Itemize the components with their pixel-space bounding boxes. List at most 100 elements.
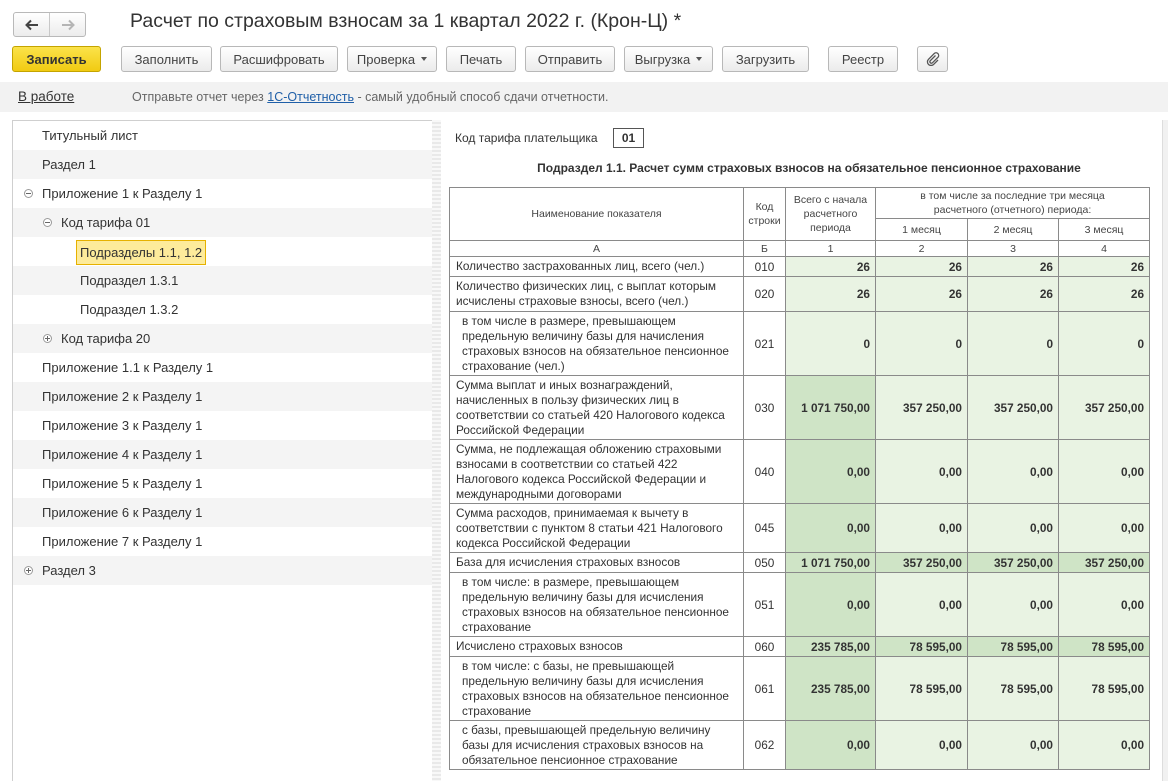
value-total[interactable]: 0,00: [785, 720, 876, 770]
value-month-1[interactable]: 357 250,00: [875, 552, 968, 573]
value-month-1[interactable]: 26: [875, 276, 968, 312]
header-total: Всего с начала расчетного периода: [785, 187, 876, 241]
tree-item-label: Код тарифа 20: [61, 331, 151, 346]
tree-item-subsection-1-3-2[interactable]: Подраздел 1.3.2: [13, 295, 432, 324]
value-month-1[interactable]: 357 250,00: [875, 375, 968, 440]
value-month-3[interactable]: 26: [1057, 276, 1151, 312]
fill-button[interactable]: Заполнить: [121, 46, 212, 72]
row-name: Сумма расходов, принимаемая к вычету в с…: [449, 503, 744, 553]
panel-splitter[interactable]: [432, 120, 441, 781]
row-code: 061: [743, 656, 786, 721]
value-total[interactable]: 0: [785, 311, 876, 376]
header-last-three-months-line2: расчетного (отчетного) периода:: [933, 204, 1092, 216]
report-subtitle: Подраздел 1.1. Расчет сумм страховых взн…: [537, 161, 1081, 175]
tree-item-appendix-3[interactable]: Приложение 3 к Разделу 1: [13, 411, 432, 440]
value-month-2[interactable]: 78 595,00: [967, 656, 1059, 721]
value-month-3[interactable]: 0,00: [1057, 720, 1151, 770]
tree-item-appendix-6[interactable]: Приложение 6 к Разделу 1: [13, 498, 432, 527]
value-total[interactable]: 0,00: [785, 439, 876, 504]
check-button-label: Проверка: [356, 51, 416, 67]
decode-button[interactable]: Расшифровать: [220, 46, 338, 72]
tree-item-appendix-4[interactable]: Приложение 4 к Разделу 1: [13, 440, 432, 469]
registry-button[interactable]: Реестр: [828, 46, 898, 72]
tree-item-section-1[interactable]: Раздел 1: [13, 150, 432, 179]
value-month-3[interactable]: 357 250,00: [1057, 552, 1151, 573]
tariff-code-field[interactable]: 01: [613, 128, 644, 148]
tree-item-tariff-01[interactable]: Код тарифа 01: [13, 208, 432, 237]
tree-item-appendix-5[interactable]: Приложение 5 к Разделу 1: [13, 469, 432, 498]
tree-item-appendix-2[interactable]: Приложение 2 к Разделу 1: [13, 382, 432, 411]
value-month-2[interactable]: 78 595,00: [967, 636, 1059, 657]
value-month-2[interactable]: 0,00: [967, 503, 1059, 553]
pension-contributions-table: Наименование показателя Код строки Всего…: [449, 187, 1151, 770]
tree-item-appendix-1[interactable]: Приложение 1 к Разделу 1: [13, 179, 432, 208]
header-month-1: 1 месяц: [875, 218, 968, 241]
tree-item-subsections-1-1-1-2[interactable]: Подразделы 1.1, 1.2: [13, 237, 432, 266]
paperclip-icon: [926, 52, 939, 66]
value-total[interactable]: 26: [785, 276, 876, 312]
save-button[interactable]: Записать: [12, 46, 101, 72]
value-month-3[interactable]: 357 250,00: [1057, 375, 1151, 440]
tree-item-appendix-7[interactable]: Приложение 7 к Разделу 1: [13, 527, 432, 556]
tree-item-section-3[interactable]: Раздел 3: [13, 556, 432, 585]
value-month-3[interactable]: 0: [1057, 311, 1151, 376]
export-dropdown-button[interactable]: Выгрузка: [624, 46, 713, 72]
value-month-3[interactable]: 26: [1057, 256, 1151, 277]
attach-button[interactable]: [917, 46, 948, 72]
value-month-3[interactable]: 0,00: [1057, 503, 1151, 553]
value-month-1[interactable]: 0,00: [875, 439, 968, 504]
value-month-1[interactable]: 0,00: [875, 720, 968, 770]
value-month-1[interactable]: 78 595,00: [875, 636, 968, 657]
value-total[interactable]: 235 785,00: [785, 656, 876, 721]
tree-item-title-page[interactable]: Титульный лист: [13, 121, 432, 150]
tree-item-tariff-20[interactable]: Код тарифа 20: [13, 324, 432, 353]
value-month-3[interactable]: 78 595,00: [1057, 636, 1151, 657]
value-total[interactable]: 1 071 750,00: [785, 375, 876, 440]
report-sections-tree: Титульный лист Раздел 1 Приложение 1 к Р…: [12, 120, 432, 781]
tree-item-subsection-1-3-1[interactable]: Подраздел 1.3.1: [13, 266, 432, 295]
table-row: в том числе в размере, превышающем преде…: [449, 311, 1151, 376]
status-state-link[interactable]: В работе: [18, 89, 74, 104]
value-month-1[interactable]: 0,00: [875, 503, 968, 553]
value-month-2[interactable]: 0,00: [967, 720, 1059, 770]
value-total[interactable]: 0,00: [785, 572, 876, 637]
value-month-3[interactable]: 78 595,00: [1057, 656, 1151, 721]
value-month-2[interactable]: 0: [967, 311, 1059, 376]
status-hint-text-before: Отправьте отчет через: [132, 90, 268, 104]
value-month-3[interactable]: 0,00: [1057, 439, 1151, 504]
reporting-service-link[interactable]: 1С-Отчетность: [267, 90, 354, 104]
print-button[interactable]: Печать: [446, 46, 516, 72]
value-month-1[interactable]: 26: [875, 256, 968, 277]
vertical-scrollbar[interactable]: [1162, 120, 1168, 781]
value-month-2[interactable]: 357 250,00: [967, 552, 1059, 573]
value-total[interactable]: 0,00: [785, 503, 876, 553]
tree-item-appendix-1-1[interactable]: Приложение 1.1 к Разделу 1: [13, 353, 432, 382]
back-button[interactable]: [14, 13, 49, 36]
value-month-1[interactable]: 0: [875, 311, 968, 376]
import-button[interactable]: Загрузить: [722, 46, 809, 72]
value-month-2[interactable]: 0,00: [967, 439, 1059, 504]
header-row-code: Код строки: [743, 187, 786, 241]
tree-item-label: Приложение 6 к Разделу 1: [42, 505, 203, 520]
collapse-icon[interactable]: [24, 189, 33, 198]
value-month-1[interactable]: 0,00: [875, 572, 968, 637]
value-total[interactable]: 26: [785, 256, 876, 277]
tree-item-label: Подраздел 1.3.1: [80, 273, 179, 288]
table-row: в том числе: с базы, не превышающей пред…: [449, 656, 1151, 721]
value-month-2[interactable]: 26: [967, 256, 1059, 277]
value-month-2[interactable]: 357 250,00: [967, 375, 1059, 440]
row-code: 045: [743, 503, 786, 553]
forward-button[interactable]: [49, 13, 85, 36]
value-total[interactable]: 235 785,00: [785, 636, 876, 657]
column-letter-b: Б: [743, 240, 786, 257]
value-month-2[interactable]: 0,00: [967, 572, 1059, 637]
check-dropdown-button[interactable]: Проверка: [347, 46, 437, 72]
value-month-1[interactable]: 78 595,00: [875, 656, 968, 721]
send-button[interactable]: Отправить: [525, 46, 615, 72]
value-month-3[interactable]: 0,00: [1057, 572, 1151, 637]
value-month-2[interactable]: 26: [967, 276, 1059, 312]
expand-icon[interactable]: [24, 566, 33, 575]
value-total[interactable]: 1 071 750,00: [785, 552, 876, 573]
expand-icon[interactable]: [43, 334, 52, 343]
collapse-icon[interactable]: [43, 218, 52, 227]
